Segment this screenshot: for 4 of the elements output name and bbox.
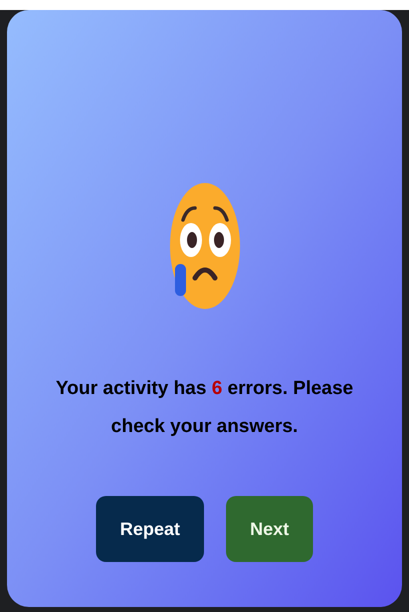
result-message: Your activity has 6 errors. Please check your answers.	[54, 377, 354, 439]
crying-face-icon	[168, 182, 240, 310]
next-button[interactable]: Next	[226, 496, 314, 562]
repeat-button[interactable]: Repeat	[96, 496, 204, 562]
